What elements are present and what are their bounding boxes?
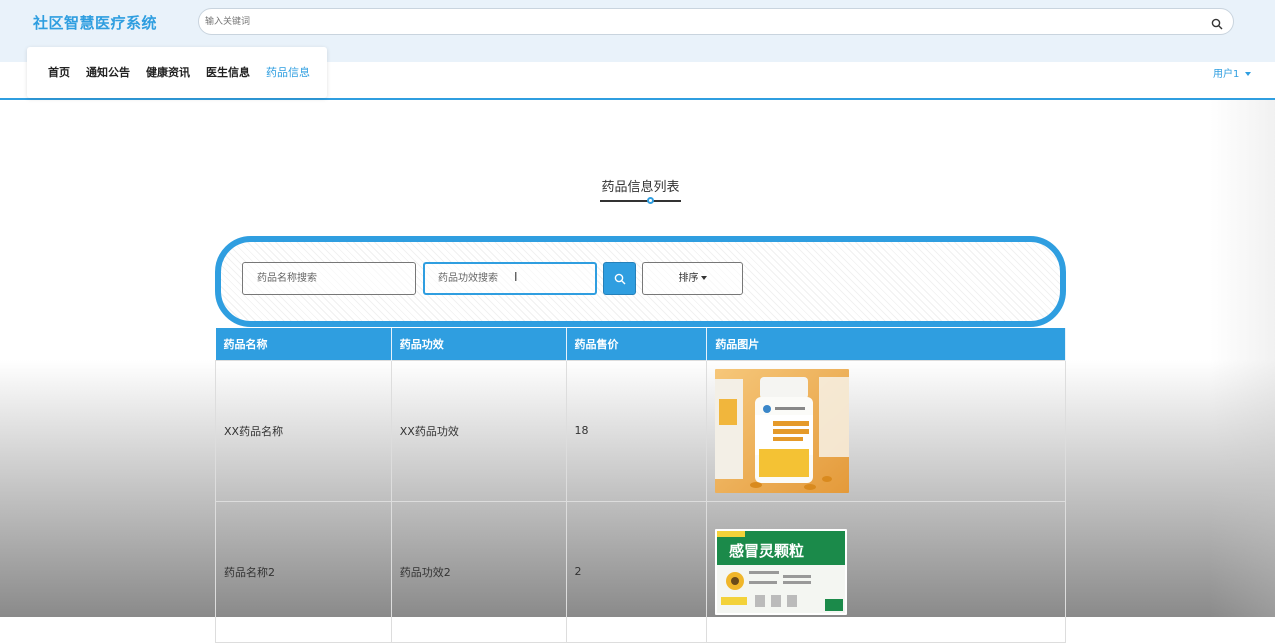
chevron-down-icon xyxy=(1245,72,1252,76)
cell-medicine-price: 18 xyxy=(565,359,708,502)
nav-item-doctors[interactable]: 医生信息 xyxy=(206,64,250,80)
table-header-row: 药品名称 药品功效 药品售价 药品图片 xyxy=(215,328,1066,360)
global-search[interactable] xyxy=(198,8,1234,35)
cell-medicine-image xyxy=(706,359,1066,502)
filter-search-button[interactable] xyxy=(603,262,636,295)
cell-medicine-name: XX药品名称 xyxy=(215,359,392,502)
table-row[interactable]: 药品名称2 药品功效2 2 感冒灵颗粒 xyxy=(215,500,1066,643)
nav-item-notices[interactable]: 通知公告 xyxy=(86,64,130,80)
nav-item-medicines[interactable]: 药品信息 xyxy=(266,64,310,80)
cell-medicine-effect: XX药品功效 xyxy=(390,359,567,502)
user-menu[interactable]: 用户1 xyxy=(1213,65,1252,80)
background-right-fade xyxy=(1210,100,1275,617)
text-cursor-icon: I xyxy=(514,270,518,284)
nav-item-home[interactable]: 首页 xyxy=(48,64,70,80)
medicine-table: 药品名称 药品功效 药品售价 药品图片 XX药品名称 XX药品功效 18 药品名… xyxy=(215,328,1066,643)
header-medicine-effect[interactable]: 药品功效 xyxy=(391,328,567,360)
sort-label: 排序 xyxy=(678,273,699,284)
box-label: 感冒灵颗粒 xyxy=(729,542,804,560)
medicine-effect-search-input[interactable]: 药品功效搜索 xyxy=(423,262,597,295)
page-title: 药品信息列表 xyxy=(601,180,680,195)
medicine-box-image[interactable]: 感冒灵颗粒 xyxy=(715,528,848,615)
chevron-down-icon xyxy=(700,276,707,280)
sort-dropdown-button[interactable]: 排序 xyxy=(642,262,743,295)
cell-medicine-effect: 药品功效2 xyxy=(390,500,567,643)
cell-medicine-image: 感冒灵颗粒 xyxy=(706,500,1066,643)
pill-bottle-image[interactable] xyxy=(715,368,850,493)
search-icon[interactable] xyxy=(1211,15,1225,30)
site-brand[interactable]: 社区智慧医疗系统 xyxy=(33,12,157,33)
cell-medicine-price: 2 xyxy=(565,500,708,643)
header-medicine-image[interactable]: 药品图片 xyxy=(706,328,1066,360)
title-underline xyxy=(600,200,681,202)
main-nav: 首页 通知公告 健康资讯 医生信息 药品信息 xyxy=(48,64,310,80)
header-medicine-name[interactable]: 药品名称 xyxy=(215,328,392,360)
user-name: 用户1 xyxy=(1213,69,1240,80)
global-search-input[interactable] xyxy=(205,14,1185,30)
search-icon xyxy=(614,273,626,285)
cell-medicine-name: 药品名称2 xyxy=(215,500,392,643)
header-medicine-price[interactable]: 药品售价 xyxy=(566,328,708,360)
title-dot-icon xyxy=(647,197,654,204)
nav-item-health-news[interactable]: 健康资讯 xyxy=(146,64,190,80)
medicine-name-search-input[interactable]: 药品名称搜索 xyxy=(242,262,416,295)
table-row[interactable]: XX药品名称 XX药品功效 18 xyxy=(215,359,1066,502)
